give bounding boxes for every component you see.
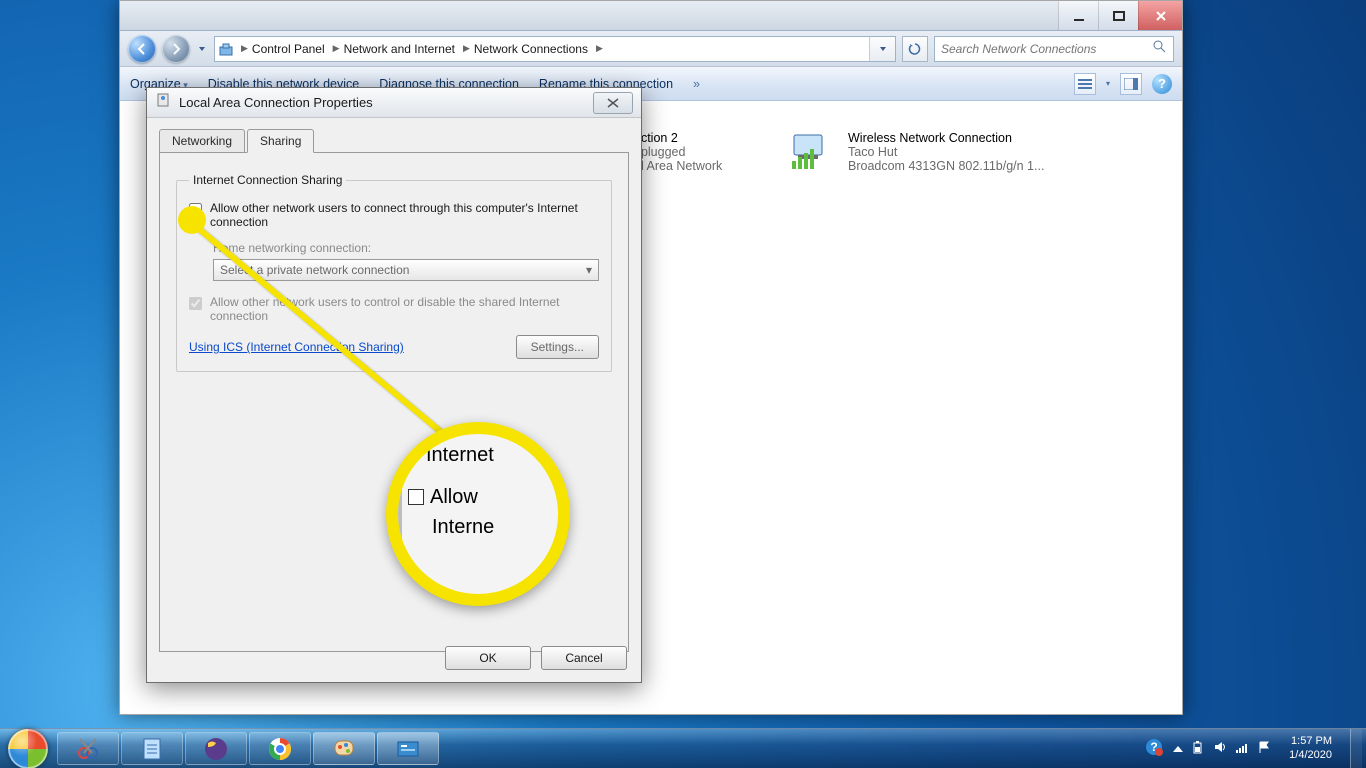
home-networking-section: Home networking connection: Select a pri… xyxy=(213,241,599,281)
connection-status-partial: nplugged xyxy=(634,145,722,159)
callout-origin-dot xyxy=(178,206,206,234)
magnifier-line2b: Interne xyxy=(432,512,494,542)
breadcrumb[interactable]: ▶Control Panel ▶Network and Internet ▶Ne… xyxy=(214,36,896,62)
nav-back-button[interactable] xyxy=(128,35,156,63)
properties-dialog: Local Area Connection Properties Network… xyxy=(146,87,642,683)
tray-overflow-button[interactable] xyxy=(1173,746,1183,752)
tab-networking[interactable]: Networking xyxy=(159,129,245,153)
breadcrumb-segment-0[interactable]: ▶Control Panel xyxy=(237,42,329,56)
callout-magnifier: Internet Allow Interne xyxy=(386,422,570,606)
breadcrumb-icon xyxy=(215,41,237,57)
dialog-button-row: OK Cancel xyxy=(445,646,627,670)
connection-device: Broadcom 4313GN 802.11b/g/n 1... xyxy=(848,159,1044,173)
task-chrome[interactable] xyxy=(249,732,311,765)
tray-help-icon[interactable]: ? xyxy=(1145,738,1163,759)
toolbar-overflow[interactable]: » xyxy=(693,77,700,91)
help-button[interactable]: ? xyxy=(1152,74,1172,94)
dialog-title: Local Area Connection Properties xyxy=(179,95,373,110)
breadcrumb-segment-2[interactable]: ▶Network Connections xyxy=(459,42,592,56)
connection-lac2-partial[interactable]: ection 2 nplugged al Area Network xyxy=(634,131,722,173)
ok-button[interactable]: OK xyxy=(445,646,531,670)
allow-control-label: Allow other network users to control or … xyxy=(210,295,599,323)
nav-forward-button[interactable] xyxy=(162,35,190,63)
ics-help-link[interactable]: Using ICS (Internet Connection Sharing) xyxy=(189,340,404,354)
start-button[interactable] xyxy=(0,729,56,768)
tab-strip: Networking Sharing xyxy=(159,129,629,153)
connection-status: Taco Hut xyxy=(848,145,1044,159)
cancel-button[interactable]: Cancel xyxy=(541,646,627,670)
dialog-close-button[interactable] xyxy=(593,92,633,114)
view-options-button[interactable] xyxy=(1074,73,1096,95)
windows-orb-icon xyxy=(8,729,48,768)
preview-pane-button[interactable] xyxy=(1120,73,1142,95)
tray-network-icon[interactable] xyxy=(1235,740,1249,757)
magnifier-line2a: Allow xyxy=(430,486,478,508)
task-snipping-tool[interactable] xyxy=(57,732,119,765)
maximize-button[interactable] xyxy=(1098,1,1138,30)
wireless-icon xyxy=(790,131,838,173)
connection-wireless[interactable]: Wireless Network Connection Taco Hut Bro… xyxy=(790,131,1044,173)
show-desktop-button[interactable] xyxy=(1350,729,1362,768)
allow-control-checkbox xyxy=(189,297,202,310)
settings-button: Settings... xyxy=(516,335,599,359)
tray-clock[interactable]: 1:57 PM 1/4/2020 xyxy=(1281,735,1340,761)
ics-group-title: Internet Connection Sharing xyxy=(189,173,346,187)
close-button[interactable] xyxy=(1138,1,1182,30)
allow-connect-row[interactable]: Allow other network users to connect thr… xyxy=(189,201,599,229)
magnifier-line1: Internet xyxy=(426,440,494,470)
taskbar-apps xyxy=(56,729,440,768)
tray-volume-icon[interactable] xyxy=(1213,740,1227,757)
home-networking-select[interactable]: Select a private network connection ▾ xyxy=(213,259,599,281)
magnifier-checkbox-icon xyxy=(408,489,424,505)
refresh-button[interactable] xyxy=(902,36,928,62)
dialog-icon xyxy=(155,92,171,113)
search-input[interactable] xyxy=(941,42,1152,56)
search-box[interactable] xyxy=(934,36,1174,62)
home-networking-label: Home networking connection: xyxy=(213,241,599,255)
search-icon xyxy=(1152,39,1167,58)
task-notepad[interactable] xyxy=(121,732,183,765)
tray-date: 1/4/2020 xyxy=(1289,749,1332,762)
task-control-panel[interactable] xyxy=(377,732,439,765)
window-titlebar[interactable] xyxy=(120,1,1182,31)
allow-connect-label: Allow other network users to connect thr… xyxy=(210,201,599,229)
tray-flag-icon[interactable] xyxy=(1257,740,1271,757)
system-tray: ? 1:57 PM 1/4/2020 xyxy=(1145,729,1366,768)
tab-page-sharing: Internet Connection Sharing Allow other … xyxy=(159,152,629,652)
dialog-titlebar[interactable]: Local Area Connection Properties xyxy=(147,88,641,118)
chevron-down-icon: ▾ xyxy=(586,263,592,277)
breadcrumb-segment-1[interactable]: ▶Network and Internet xyxy=(329,42,459,56)
task-paint[interactable] xyxy=(313,732,375,765)
taskbar: ? 1:57 PM 1/4/2020 xyxy=(0,728,1366,768)
nav-history-dropdown[interactable] xyxy=(196,35,208,63)
tab-sharing[interactable]: Sharing xyxy=(247,129,314,153)
allow-control-row: Allow other network users to control or … xyxy=(189,295,599,323)
tray-time: 1:57 PM xyxy=(1289,735,1332,748)
task-firefox[interactable] xyxy=(185,732,247,765)
ics-group: Internet Connection Sharing Allow other … xyxy=(176,173,612,372)
connection-device-partial: al Area Network xyxy=(634,159,722,173)
minimize-button[interactable] xyxy=(1058,1,1098,30)
tray-battery-icon[interactable] xyxy=(1191,740,1205,757)
connection-title-partial: ection 2 xyxy=(634,131,722,145)
connection-title: Wireless Network Connection xyxy=(848,131,1044,145)
breadcrumb-dropdown[interactable] xyxy=(869,36,895,62)
navigation-bar: ▶Control Panel ▶Network and Internet ▶Ne… xyxy=(120,31,1182,67)
breadcrumb-end[interactable]: ▶ xyxy=(592,43,607,54)
